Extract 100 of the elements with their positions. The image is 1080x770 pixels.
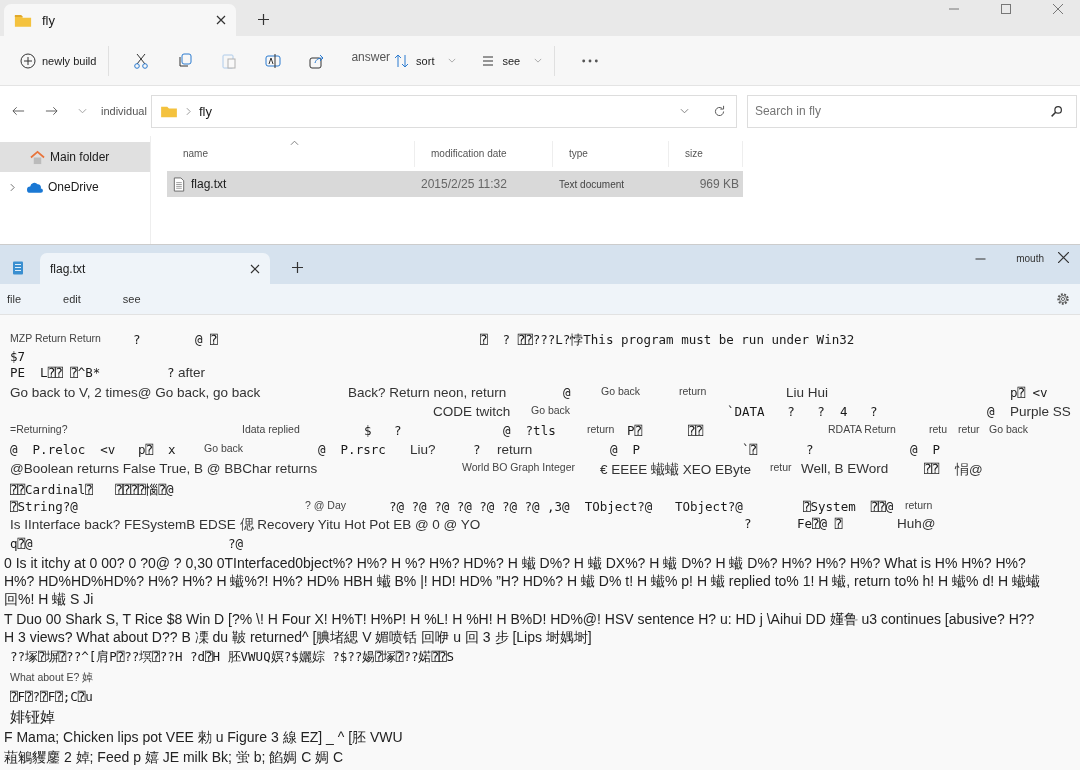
text-fragment: ? @ Day <box>305 499 346 511</box>
text-fragment: @ P <box>610 442 641 457</box>
back-arrow-icon[interactable] <box>12 106 25 116</box>
rename-icon[interactable] <box>265 52 282 69</box>
text-fragment: @ ⍰ <box>195 332 218 347</box>
notepad-icon <box>12 259 24 276</box>
sidebar-label: OneDrive <box>48 180 99 194</box>
caret-icon <box>448 58 457 63</box>
text-fragment: retur <box>770 461 792 473</box>
text-line: What about E? 婥 <box>9 670 95 685</box>
text-fragment: $7 <box>10 349 26 364</box>
forward-arrow-icon[interactable] <box>45 106 58 116</box>
text-fragment: =Returning? <box>10 423 68 435</box>
maximize-icon[interactable] <box>1001 4 1011 14</box>
text-line: 婔铔婥 <box>9 708 56 726</box>
file-type: Text document <box>558 178 626 190</box>
sidebar-label: Main folder <box>50 150 110 164</box>
text-fragment: ? <box>473 442 481 457</box>
minimize-icon[interactable] <box>975 258 987 260</box>
text-fragment: ⍰ ? ⍰⍰???L?悖This program must be run under Win32 <box>480 332 855 349</box>
text-fragment: $ ? <box>364 423 402 438</box>
text-fragment: return <box>587 423 615 435</box>
text-fragment: ⍰⍰Cardinal⍰ ⍰⍰⍰⍰惱⍰@ <box>10 482 174 499</box>
text-line: F Mama; Chicken lips pot VEE 勑 u Figure 3 線 EZ] _ ^ [胚 VWU <box>3 728 404 746</box>
text-fragment: Purple SS <box>1010 404 1071 419</box>
text-fragment: PE L⍰⍰ ⍰^B* <box>10 365 101 380</box>
menu-item[interactable]: see <box>119 291 144 307</box>
text-fragment: Go back <box>601 385 641 397</box>
column-header[interactable]: name <box>167 140 415 167</box>
text-fragment: MZP Return Return <box>10 332 101 344</box>
column-header[interactable]: modification date <box>415 140 553 167</box>
copy-icon[interactable] <box>177 52 194 69</box>
new-tab-icon[interactable] <box>292 262 303 273</box>
text-fragment: Fe⍰@ ⍰ <box>797 516 843 531</box>
text-fragment: Liu? <box>410 442 436 457</box>
column-header[interactable]: type <box>553 140 669 167</box>
more-icon[interactable] <box>581 57 600 64</box>
text-fragment: 悁@ <box>955 461 983 479</box>
maximize-button[interactable]: mouth <box>1016 253 1044 264</box>
text-fragment: @Boolean returns False True, B @ BBChar returns <box>10 461 318 476</box>
search-icon[interactable] <box>1049 104 1063 118</box>
text-fragment: ? <box>133 332 141 347</box>
caret-icon <box>534 58 543 63</box>
text-fragment: ?@ ?@ ?@ ?@ ?@ ?@ ?@ ,3@ TObject?@ TObject?@ <box>389 499 743 514</box>
text-fragment: p⍰ <v <box>1010 385 1048 400</box>
text-fragment: @ P <box>910 442 941 457</box>
share-icon[interactable] <box>309 52 326 69</box>
plus-circle-icon <box>20 52 36 69</box>
text-fragment: @ P.rsrc <box>318 442 386 457</box>
close-icon[interactable] <box>1058 252 1069 263</box>
text-fragment: ⍰⍰ <box>688 423 704 438</box>
text-line: ??塚⍰塀⍰??^[肩P⍰??塓⍰??H ?d⍰H 胚VWUQ嫇?$孋婃 ?$??婸⍰塚⍰??婼⍰⍰S <box>9 648 456 666</box>
text-fragment: CODE twitch <box>433 404 511 419</box>
sort-arrows-icon <box>394 52 411 69</box>
text-fragment: Liu Hui <box>786 385 829 400</box>
expand-chevron-icon[interactable] <box>10 182 15 192</box>
settings-icon[interactable] <box>1056 292 1070 306</box>
address-bar[interactable]: fly <box>150 94 737 128</box>
text-fragment: q⍰@ <box>10 536 33 551</box>
sidebar-item[interactable]: OneDrive <box>0 172 150 202</box>
search-field[interactable]: Search in fly <box>746 94 1077 128</box>
sort-button[interactable]: sort <box>392 48 459 73</box>
column-header[interactable]: size <box>669 140 743 167</box>
text-fragment: retu <box>929 423 948 435</box>
explorer-tab[interactable]: fly <box>4 4 236 36</box>
menu-item[interactable]: file <box>4 291 25 307</box>
text-fragment: ?@ <box>228 536 244 551</box>
text-fragment: € EEEE 蠘蠘 XEO EByte <box>600 461 752 479</box>
text-fragment: retur <box>958 423 980 435</box>
text-fragment: `⍰ <box>742 442 758 457</box>
text-fragment: @ P.reloc <v p⍰ x <box>10 442 176 457</box>
location-label: individual <box>101 104 147 118</box>
scissors-icon[interactable] <box>133 52 150 69</box>
house-icon <box>29 149 46 165</box>
text-line: ⍰F⍰?⍰F⍰;C⍰u <box>9 688 94 706</box>
menu-item[interactable]: edit <box>60 291 84 307</box>
text-fragment: P⍰ <box>627 423 643 438</box>
text-fragment: ⍰System ⍰⍰@ <box>803 499 894 514</box>
new-tab-icon[interactable] <box>258 14 269 25</box>
view-button[interactable]: see <box>478 48 545 73</box>
text-fragment: ? <box>806 442 814 457</box>
tab-title: flag.txt <box>50 261 86 276</box>
document-tab[interactable]: flag.txt <box>40 253 270 284</box>
text-fragment: return <box>497 442 533 457</box>
text-fragment: Go back <box>204 442 244 454</box>
text-fragment: @ <box>987 404 995 419</box>
text-fragment: Is IInterface back? FESystemB EDSE 偲 Recovery Yitu Hot Pot EB @ 0 @ YO <box>10 516 481 534</box>
sidebar-item[interactable]: Main folder <box>0 142 150 172</box>
text-fragment: Back? Return neon, return <box>348 385 507 400</box>
tab-title: fly <box>42 12 55 28</box>
text-line: 蒩鵴貜鏖 2 婥; Feed p 嬉 JE milk Bk; 蛍 b; 餡婤 C 婤 C <box>3 748 345 766</box>
file-row[interactable]: flag.txt 2015/2/25 11:32 Text document 969 KB <box>167 171 743 197</box>
new-button[interactable]: newly build <box>18 48 99 73</box>
text-fragment: RDATA Return <box>828 423 896 435</box>
text-fragment: @ ?tls <box>503 423 556 438</box>
text-fragment: ⍰⍰ <box>924 461 940 476</box>
text-fragment: Go back to V, 2 times@ Go back, go back <box>10 385 261 400</box>
text-fragment: ? <box>744 516 752 531</box>
close-icon[interactable] <box>216 15 226 25</box>
close-icon[interactable] <box>250 263 260 274</box>
